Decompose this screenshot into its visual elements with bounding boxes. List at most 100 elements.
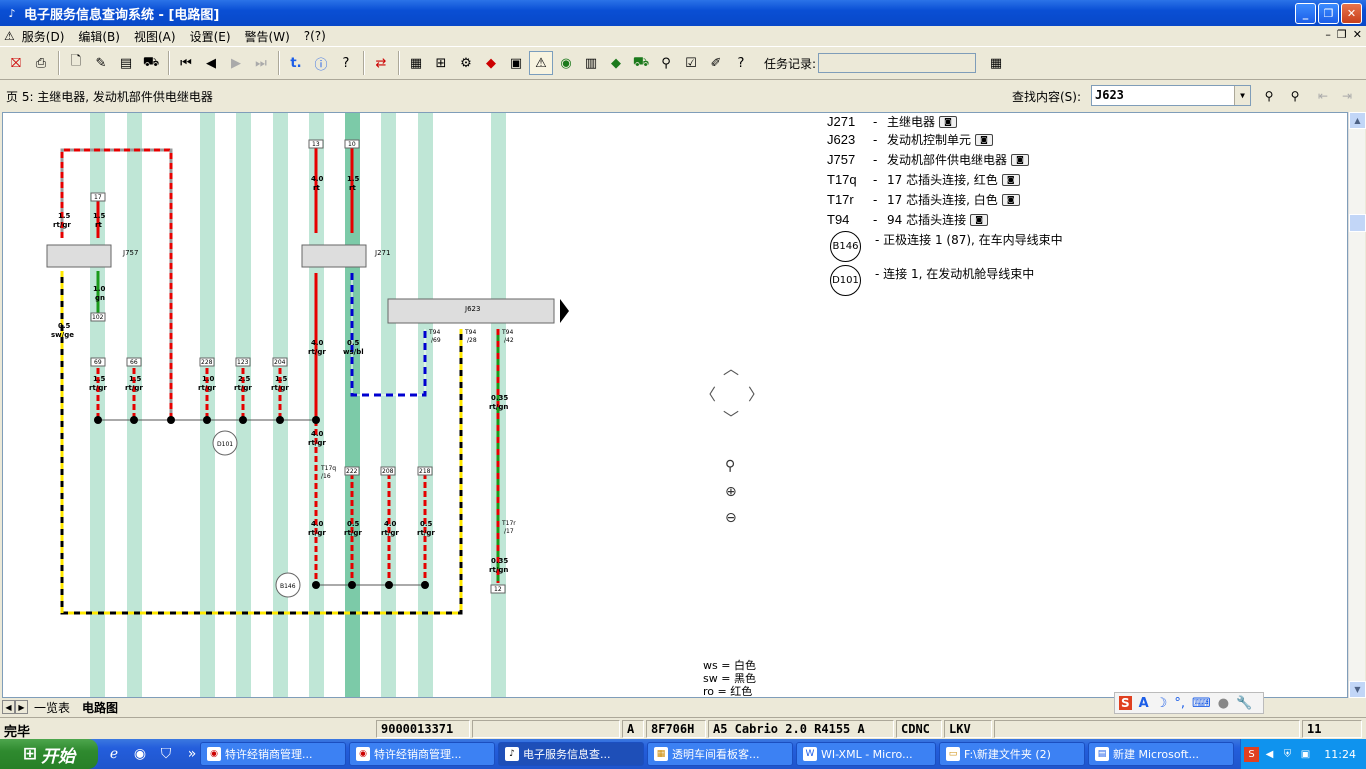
relay-j271[interactable]: J271	[301, 244, 390, 268]
browser-icon[interactable]: ◉	[130, 744, 150, 764]
exit-icon[interactable]: ⛝	[4, 51, 28, 75]
user-icon[interactable]: ●	[1218, 696, 1229, 711]
circuit-diagram-area[interactable]: J757 J271 J623 D101 B146 17 13 10 102 69…	[2, 112, 1348, 698]
wrench-icon[interactable]: 🔧	[1236, 696, 1252, 711]
edit-book-icon[interactable]: ✐	[704, 51, 728, 75]
back-link-icon[interactable]: ⇤	[1312, 86, 1334, 106]
more-icon[interactable]: »	[182, 744, 202, 764]
next-page-icon[interactable]: ▶	[224, 51, 248, 75]
task-record-input[interactable]	[818, 53, 977, 73]
forward-link-icon[interactable]: ⇥	[1336, 86, 1358, 106]
scroll-thumb[interactable]	[1349, 214, 1366, 232]
menu-service[interactable]: 服务(D)	[15, 28, 72, 45]
ie-icon[interactable]: ℯ	[104, 744, 124, 764]
camera-icon[interactable]: ◙	[939, 115, 958, 128]
taskbar-item[interactable]: ◉ 特许经销商管理...	[200, 742, 346, 766]
manual-icon[interactable]: ▣	[504, 51, 528, 75]
menu-warning[interactable]: 警告(W)	[238, 28, 297, 45]
pan-left-icon[interactable]: 〈	[700, 381, 716, 405]
taskbar-item[interactable]: ▦ 透明车间看板客...	[647, 742, 793, 766]
tab-prev-icon[interactable]: ◀	[2, 700, 15, 714]
edit-document-icon[interactable]: ✎	[89, 51, 113, 75]
security-tray-icon[interactable]: ⛨	[1280, 747, 1295, 762]
vehicle-icon[interactable]: ⛟	[629, 51, 653, 75]
camera-icon[interactable]: ◙	[970, 213, 989, 226]
taskbar-item[interactable]: W WI-XML - Micro...	[796, 742, 936, 766]
menu-settings[interactable]: 设置(E)	[183, 28, 238, 45]
junction-b146[interactable]: B146	[275, 572, 301, 598]
camera-icon[interactable]: ◙	[1001, 173, 1020, 186]
switch-icon[interactable]: ⇄	[369, 51, 393, 75]
chevron-down-icon[interactable]: ▼	[1234, 86, 1250, 105]
close-icon[interactable]: ✕	[1341, 3, 1362, 24]
ime-tray-icon[interactable]: S	[1244, 746, 1259, 762]
task-record-button[interactable]: ▦	[984, 51, 1008, 75]
shield-icon[interactable]: ⛉	[156, 744, 176, 764]
globe-icon[interactable]: ◉	[554, 51, 578, 75]
tab-list[interactable]: 一览表	[28, 699, 76, 716]
tab-diagram[interactable]: 电路图	[76, 699, 124, 716]
component-icon[interactable]: ⊞	[429, 51, 453, 75]
last-page-icon[interactable]: ⏭	[249, 51, 273, 75]
scroll-down-icon[interactable]: ▼	[1349, 681, 1366, 698]
find-next-icon[interactable]: ⚲	[1284, 86, 1306, 106]
book-icon[interactable]: ◆	[479, 51, 503, 75]
keyboard-icon[interactable]: ⌨	[1192, 696, 1211, 711]
junction-d101[interactable]: D101	[212, 430, 238, 456]
pan-right-icon[interactable]: 〉	[748, 381, 764, 405]
tools-icon[interactable]: ⚙	[454, 51, 478, 75]
mdi-minimize-icon[interactable]: –	[1325, 28, 1331, 41]
control-unit-j623[interactable]: J623	[387, 298, 569, 324]
taskbar-item[interactable]: ▤ 新建 Microsoft...	[1088, 742, 1234, 766]
restore-icon[interactable]: ❐	[1318, 3, 1339, 24]
mdi-close-icon[interactable]: ✕	[1353, 28, 1362, 41]
zoom-fit-icon[interactable]: ⚲	[725, 458, 745, 478]
search-select[interactable]: J623 ▼	[1091, 85, 1251, 106]
help-icon[interactable]: ?	[334, 51, 358, 75]
pan-up-icon[interactable]: ︿	[723, 355, 739, 379]
green-book-icon[interactable]: ◆	[604, 51, 628, 75]
tab-next-icon[interactable]: ▶	[15, 700, 28, 714]
network-tray-icon[interactable]: ▣	[1298, 747, 1313, 762]
ime-mode-icon[interactable]: A	[1139, 696, 1149, 711]
info-icon[interactable]: ⓘ	[309, 51, 333, 75]
document-list-icon[interactable]: ▤	[114, 51, 138, 75]
link-icon[interactable]: t.	[284, 51, 308, 75]
menu-edit[interactable]: 编辑(B)	[71, 28, 127, 45]
scroll-up-icon[interactable]: ▲	[1349, 112, 1366, 129]
start-button[interactable]: ⊞ 开始	[0, 739, 98, 769]
ime-logo-icon[interactable]: S	[1119, 696, 1132, 710]
relay-j757[interactable]: J757	[46, 244, 138, 268]
menu-help[interactable]: ?(?)	[297, 29, 333, 43]
pan-down-icon[interactable]: ﹀	[723, 405, 739, 429]
minimize-icon[interactable]: _	[1295, 3, 1316, 24]
svg-text:rt/gr: rt/gr	[417, 529, 435, 537]
question-book-icon[interactable]: ?	[729, 51, 753, 75]
print-icon[interactable]: ⎙	[29, 51, 53, 75]
database-icon[interactable]: ▥	[579, 51, 603, 75]
camera-icon[interactable]: ◙	[975, 133, 994, 146]
previous-page-icon[interactable]: ◀	[199, 51, 223, 75]
menu-view[interactable]: 视图(A)	[127, 28, 183, 45]
new-document-icon[interactable]: 🗋	[64, 51, 88, 75]
camera-icon[interactable]: ◙	[1001, 193, 1020, 206]
warning-tool-icon[interactable]: ⚠	[529, 51, 553, 75]
zoom-out-icon[interactable]: ⊖	[725, 510, 745, 530]
moon-icon[interactable]: ☽	[1156, 696, 1168, 711]
taskbar-item[interactable]: ▭ F:\新建文件夹 (2)	[939, 742, 1085, 766]
punctuation-icon[interactable]: °,	[1174, 696, 1185, 711]
search-vehicle-icon[interactable]: ⚲	[654, 51, 678, 75]
taskbar: ⊞ 开始 ℯ ◉ ⛉ » ◉ 特许经销商管理... ◉ 特许经销商管理... ♪ 电子服…	[0, 739, 1366, 769]
zoom-in-icon[interactable]: ⊕	[725, 484, 745, 504]
mdi-restore-icon[interactable]: ❐	[1337, 28, 1347, 41]
camera-icon[interactable]: ◙	[1011, 153, 1030, 166]
checklist-icon[interactable]: ☑	[679, 51, 703, 75]
first-page-icon[interactable]: ⏮	[174, 51, 198, 75]
taskbar-item[interactable]: ◉ 特许经销商管理...	[349, 742, 495, 766]
vertical-scrollbar[interactable]: ▲ ▼	[1348, 112, 1366, 698]
back-tray-icon[interactable]: ◀	[1262, 747, 1277, 762]
car-icon[interactable]: ⛟	[139, 51, 163, 75]
taskbar-item-active[interactable]: ♪ 电子服务信息查...	[498, 742, 644, 766]
calculator-icon[interactable]: ▦	[404, 51, 428, 75]
find-icon[interactable]: ⚲	[1258, 86, 1280, 106]
